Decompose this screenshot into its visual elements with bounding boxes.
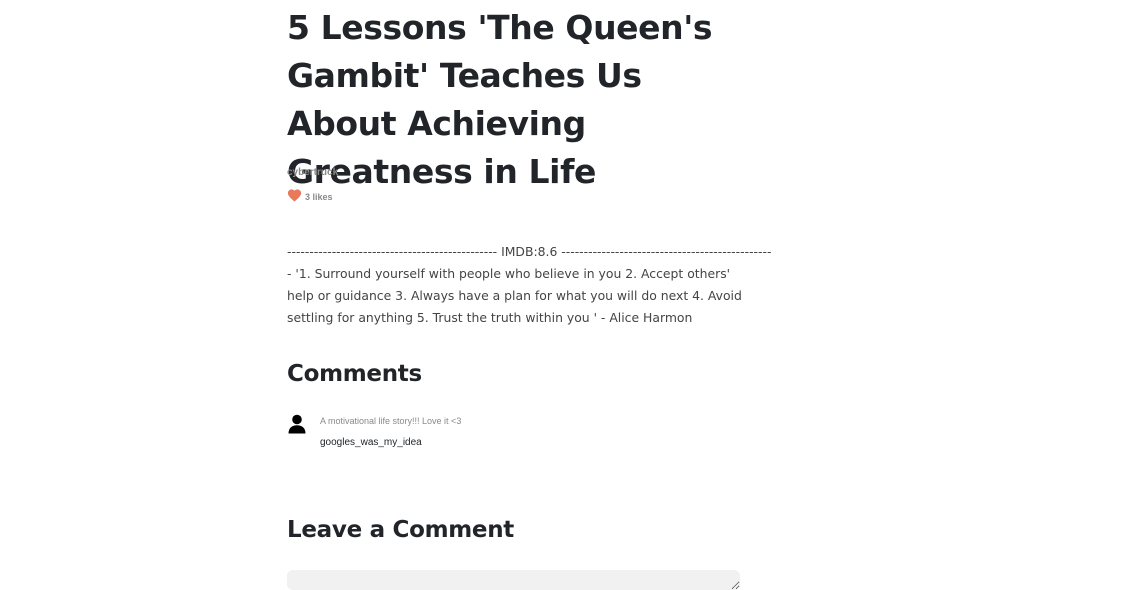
like-button[interactable]: 3 likes xyxy=(287,187,333,202)
comment-text: A motivational life story!!! Love it <3 xyxy=(320,416,462,426)
comment-item: A motivational life story!!! Love it <3 … xyxy=(287,412,742,452)
comment-input[interactable] xyxy=(287,570,740,590)
body-line: help or guidance 3. Always have a plan f… xyxy=(287,288,742,303)
author-name[interactable]: cybertruck xyxy=(287,167,338,178)
article-body: ----------------------------------------… xyxy=(287,241,772,329)
comment-username[interactable]: googles_was_my_idea xyxy=(320,437,422,448)
heart-icon[interactable] xyxy=(287,188,302,202)
leave-comment-heading: Leave a Comment xyxy=(287,517,514,543)
body-line: settling for anything 5. Trust the truth… xyxy=(287,310,693,325)
body-line: ----------------------------------------… xyxy=(287,244,772,259)
likes-count: 3 likes xyxy=(305,192,333,202)
body-line: - '1. Surround yourself with people who … xyxy=(287,266,731,281)
user-avatar-icon xyxy=(288,414,306,434)
comments-heading: Comments xyxy=(287,361,422,387)
article-title: 5 Lessons 'The Queen's Gambit' Teaches U… xyxy=(287,8,713,191)
